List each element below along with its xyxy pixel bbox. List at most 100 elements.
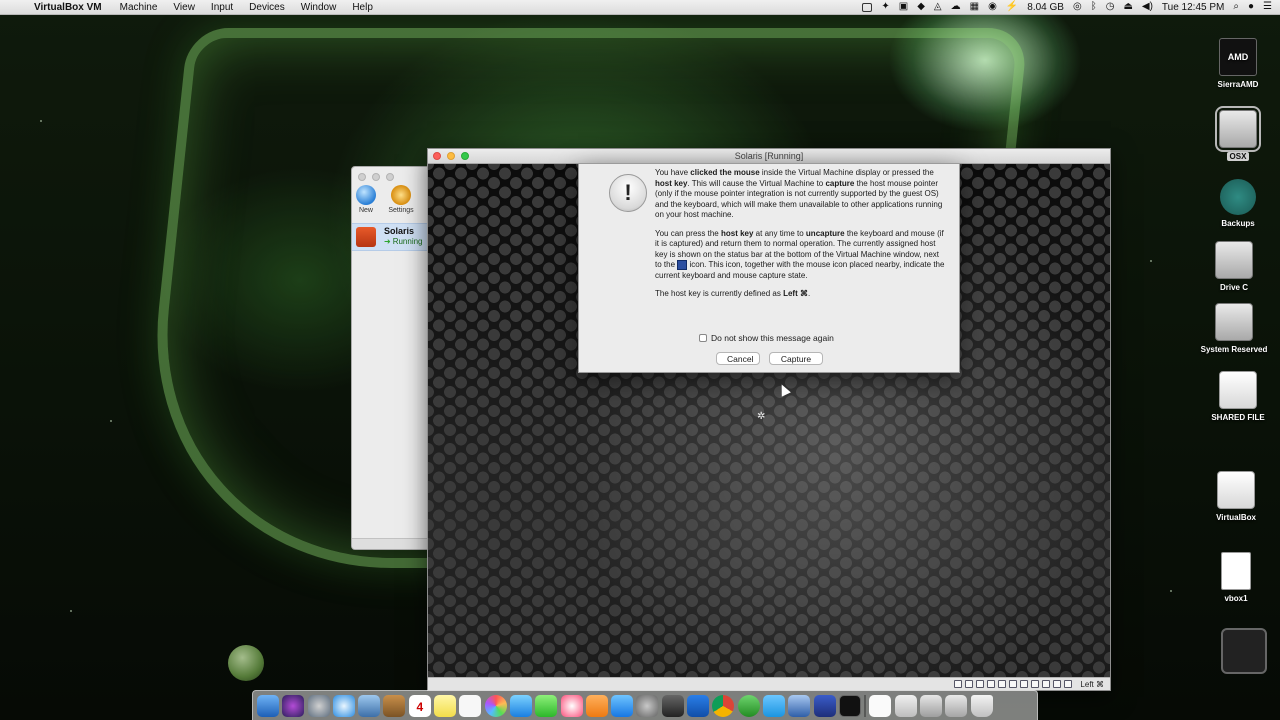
twitter-icon[interactable]: ✦: [881, 0, 889, 14]
display-icon[interactable]: [1020, 680, 1029, 688]
do-not-show-checkbox[interactable]: [699, 334, 707, 343]
desktop-icon-system-reserved[interactable]: System Reserved: [1194, 303, 1274, 354]
gauge-icon[interactable]: ◉: [988, 0, 997, 14]
documents-stack-icon[interactable]: [869, 694, 892, 717]
safari-icon[interactable]: [332, 694, 355, 717]
shared-folders-icon[interactable]: [1009, 680, 1018, 688]
desktop-icon-label: System Reserved: [1200, 345, 1268, 354]
bolt-icon[interactable]: ⚡: [1006, 0, 1018, 14]
menu-input[interactable]: Input: [211, 2, 233, 13]
dialog-paragraph-2: You can press the host key at any time t…: [655, 228, 945, 280]
reminders-icon[interactable]: [459, 694, 482, 717]
cpu-icon[interactable]: [1042, 680, 1051, 688]
do-not-show-checkbox-row[interactable]: Do not show this message again: [699, 333, 834, 344]
do-not-show-label[interactable]: Do not show this message again: [711, 333, 834, 344]
finder-icon[interactable]: [257, 694, 279, 717]
contacts-icon[interactable]: [383, 694, 406, 717]
running-arrow-icon: ➜: [384, 237, 391, 246]
chrome-icon[interactable]: [712, 694, 735, 717]
external-drive-icon: [1219, 371, 1257, 409]
zoom-button[interactable]: [386, 173, 394, 181]
eye-icon[interactable]: ◎: [1073, 0, 1082, 14]
desktop-icon-drive-c[interactable]: Drive C: [1194, 241, 1274, 292]
launchpad-icon[interactable]: [307, 694, 330, 717]
spotlight-icon[interactable]: ⌕: [1233, 0, 1239, 14]
menu-window[interactable]: Window: [301, 2, 337, 13]
video-capture-icon[interactable]: [1031, 680, 1040, 688]
settings-button[interactable]: Settings: [384, 185, 418, 214]
itunes-icon[interactable]: [560, 694, 583, 717]
eject-icon[interactable]: ⏏: [1123, 0, 1132, 14]
menu-machine[interactable]: Machine: [120, 2, 158, 13]
script-editor-icon[interactable]: [661, 694, 684, 717]
preview-icon[interactable]: [358, 694, 381, 717]
menu-app-name[interactable]: VirtualBox VM: [34, 2, 102, 13]
bluetooth-icon[interactable]: ᛒ: [1091, 0, 1097, 14]
desktop-icon-vbox1[interactable]: vbox1: [1196, 552, 1276, 603]
grammarly-icon[interactable]: [737, 694, 760, 717]
menu-view[interactable]: View: [173, 2, 195, 13]
menu-clock[interactable]: Tue 12:45 PM: [1162, 2, 1224, 13]
vm-title-bar[interactable]: Solaris [Running]: [428, 149, 1110, 164]
terminal-icon[interactable]: [838, 694, 861, 717]
vm-minimize-button[interactable]: [447, 152, 455, 160]
vm-status-bar: Left ⌘: [428, 677, 1110, 690]
outlook-icon[interactable]: [687, 694, 710, 717]
time-machine-icon[interactable]: ◷: [1106, 0, 1115, 14]
downloads-stack-icon[interactable]: [894, 694, 917, 717]
cloud-icon[interactable]: ☁: [951, 0, 961, 14]
dropbox-icon[interactable]: ◆: [917, 0, 925, 14]
keyboard-capture-icon[interactable]: [1064, 680, 1073, 688]
ibooks-icon[interactable]: [585, 694, 608, 717]
optical-drive-icon[interactable]: [965, 680, 974, 688]
bars-icon[interactable]: ▦: [970, 0, 979, 14]
siri-icon[interactable]: ●: [1248, 0, 1254, 14]
vm-close-button[interactable]: [433, 152, 441, 160]
capture-button[interactable]: Capture: [769, 352, 823, 365]
twitter-dock-icon[interactable]: [762, 694, 785, 717]
usb-icon[interactable]: [998, 680, 1007, 688]
manager-traffic-lights: [358, 173, 394, 181]
app-store-icon[interactable]: [611, 694, 634, 717]
notes-icon[interactable]: [434, 694, 457, 717]
network-icon[interactable]: [987, 680, 996, 688]
screen-record-icon[interactable]: [862, 2, 873, 12]
vm-list-item-solaris[interactable]: Solaris ➜ Running: [352, 223, 430, 251]
desktop-icon-backups[interactable]: Backups: [1198, 179, 1278, 228]
virtualbox-dock-icon[interactable]: [788, 694, 811, 717]
messages-icon[interactable]: [509, 694, 532, 717]
trash-icon[interactable]: [970, 694, 993, 717]
message-icon[interactable]: ▣: [899, 0, 908, 14]
siri-dock-icon[interactable]: [282, 694, 305, 717]
menu-devices[interactable]: Devices: [249, 2, 285, 13]
cancel-button[interactable]: Cancel: [716, 352, 760, 365]
new-vm-button[interactable]: New: [352, 185, 383, 214]
menu-help[interactable]: Help: [352, 2, 373, 13]
memory-usage[interactable]: 8.04 GB: [1027, 2, 1064, 13]
host-key-indicator[interactable]: Left ⌘: [1080, 680, 1104, 689]
desktop-icon-osx[interactable]: OSX: [1198, 106, 1278, 161]
desktop-icon-shared-file[interactable]: SHARED FILE: [1198, 371, 1278, 422]
audio-icon[interactable]: [976, 680, 985, 688]
photos-icon[interactable]: [484, 694, 507, 717]
facetime-icon[interactable]: [535, 694, 558, 717]
hard-disk-icon[interactable]: [954, 680, 963, 688]
mouse-integration-icon[interactable]: [1053, 680, 1062, 688]
solaris-vm-dock-icon[interactable]: [813, 694, 836, 717]
desktop-icon-keyboard-device[interactable]: [1204, 628, 1280, 678]
volume-icon[interactable]: ◀): [1142, 0, 1153, 14]
calendar-icon[interactable]: 4: [408, 694, 431, 717]
hard-drive-icon: [1215, 106, 1261, 152]
screenshots-stack-icon[interactable]: [945, 694, 968, 717]
system-preferences-icon[interactable]: [636, 694, 659, 717]
desktop-icon-virtualbox[interactable]: VirtualBox: [1196, 471, 1276, 522]
notification-center-icon[interactable]: ☰: [1263, 0, 1272, 14]
close-button[interactable]: [358, 173, 366, 181]
desktop-icon-sierraamd[interactable]: AMD SierraAMD: [1198, 38, 1278, 89]
minimize-button[interactable]: [372, 173, 380, 181]
vm-zoom-button[interactable]: [461, 152, 469, 160]
dock-separator: [864, 694, 867, 717]
status-tray: ✦ ▣ ◆ ◬ ☁ ▦ ◉ ⚡ 8.04 GB ◎ ᛒ ◷ ⏏ ◀) Tue 1…: [862, 0, 1272, 14]
droplet-icon[interactable]: ◬: [934, 0, 942, 14]
applications-stack-icon[interactable]: [920, 694, 943, 717]
